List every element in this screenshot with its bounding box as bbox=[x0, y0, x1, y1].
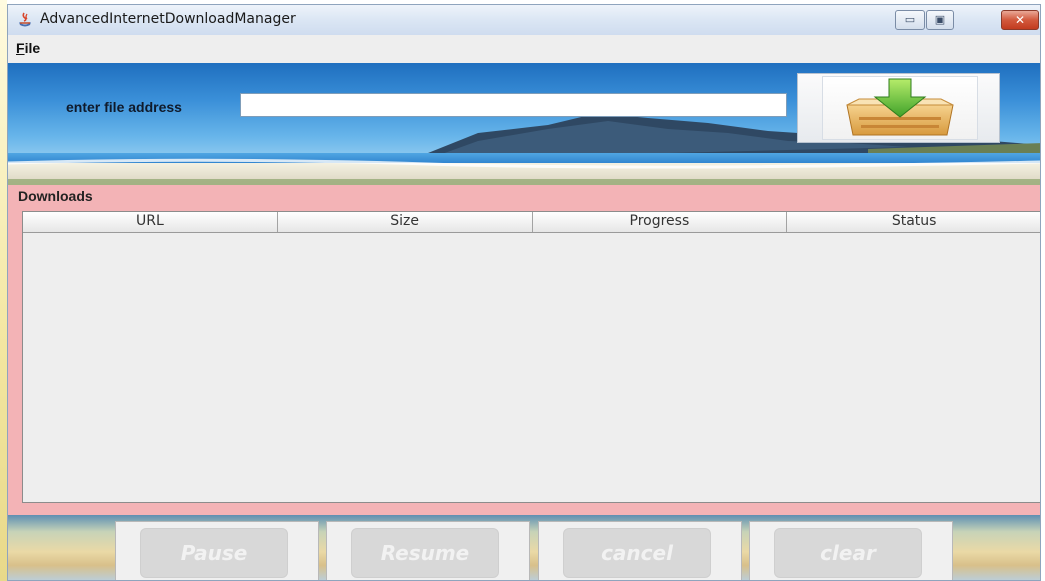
cancel-button[interactable]: cancel bbox=[563, 528, 711, 578]
download-box-icon bbox=[846, 78, 954, 136]
title-bar: AdvancedInternetDownloadManager ▭ ▣ ✕ bbox=[8, 5, 1040, 36]
pause-button[interactable]: Pause bbox=[140, 528, 288, 578]
address-banner: enter file address bbox=[8, 63, 1040, 185]
downloads-table[interactable]: URL Size Progress Status bbox=[22, 211, 1040, 503]
maximize-icon: ▣ bbox=[934, 13, 946, 26]
menu-bar: File bbox=[8, 35, 1040, 63]
app-window: AdvancedInternetDownloadManager ▭ ▣ ✕ Fi… bbox=[7, 4, 1041, 581]
window-title: AdvancedInternetDownloadManager bbox=[40, 11, 296, 27]
url-input[interactable] bbox=[240, 93, 787, 117]
action-bar: Pause Resume cancel clear bbox=[8, 515, 1040, 580]
column-header-size[interactable]: Size bbox=[278, 212, 533, 232]
minimize-icon: ▭ bbox=[904, 13, 916, 26]
column-header-progress[interactable]: Progress bbox=[533, 212, 788, 232]
minimize-button[interactable]: ▭ bbox=[895, 10, 925, 30]
menu-file[interactable]: File bbox=[16, 40, 40, 56]
clear-button[interactable]: clear bbox=[774, 528, 922, 578]
page-edge bbox=[0, 0, 7, 581]
download-button-face bbox=[822, 76, 978, 140]
resume-button-frame: Resume bbox=[326, 521, 530, 580]
download-button[interactable] bbox=[797, 73, 1000, 143]
java-cup-icon bbox=[19, 12, 31, 27]
url-label: enter file address bbox=[66, 99, 182, 115]
cancel-button-frame: cancel bbox=[538, 521, 742, 580]
downloads-title: Downloads bbox=[18, 188, 93, 204]
pause-button-frame: Pause bbox=[115, 521, 319, 580]
column-header-url[interactable]: URL bbox=[23, 212, 278, 232]
resume-button[interactable]: Resume bbox=[351, 528, 499, 578]
menu-file-mnemonic: F bbox=[16, 40, 25, 56]
close-button[interactable]: ✕ bbox=[1001, 10, 1039, 30]
table-header: URL Size Progress Status bbox=[23, 212, 1040, 233]
menu-file-label: ile bbox=[24, 40, 41, 56]
close-icon: ✕ bbox=[1014, 13, 1026, 27]
maximize-button[interactable]: ▣ bbox=[926, 10, 954, 30]
clear-button-frame: clear bbox=[749, 521, 953, 580]
downloads-panel: Downloads URL Size Progress Status bbox=[8, 185, 1040, 515]
column-header-status[interactable]: Status bbox=[787, 212, 1040, 232]
